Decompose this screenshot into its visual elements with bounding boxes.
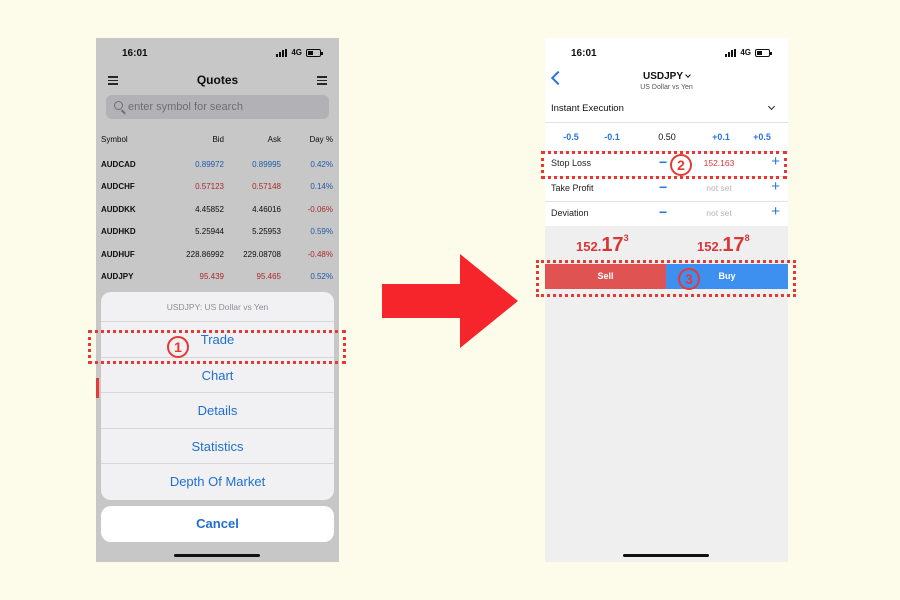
- buy-price: 152.178: [697, 233, 750, 256]
- network-label: 4G: [740, 48, 751, 57]
- chevron-down-icon: [685, 72, 691, 78]
- volume-minus-0-1[interactable]: -0.1: [604, 132, 620, 142]
- deviation-value[interactable]: not set: [687, 208, 751, 218]
- take-profit-plus-button[interactable]: +: [771, 178, 780, 195]
- cancel-button[interactable]: Cancel: [101, 506, 334, 542]
- volume-plus-0-1[interactable]: +0.1: [712, 132, 730, 142]
- trade-screen: 16:01 4G USDJPY US Dollar vs Yen Instant…: [545, 38, 788, 562]
- take-profit-value[interactable]: not set: [687, 183, 751, 193]
- action-depth-of-market[interactable]: Depth Of Market: [101, 464, 334, 500]
- action-details[interactable]: Details: [101, 393, 334, 429]
- signal-icon: [725, 48, 737, 57]
- sell-price: 152.173: [576, 233, 629, 256]
- divider: [545, 122, 788, 123]
- step-3-badge: 3: [678, 268, 700, 290]
- deviation-row: Deviation − not set +: [545, 203, 788, 224]
- row-indicator: [96, 378, 99, 398]
- volume-plus-0-5[interactable]: +0.5: [753, 132, 771, 142]
- symbol-description: US Dollar vs Yen: [640, 84, 693, 91]
- take-profit-label: Take Profit: [551, 183, 594, 193]
- symbol-name: USDJPY: [642, 71, 683, 82]
- quotes-screen: 16:01 4G Quotes enter symbol for search …: [96, 38, 339, 562]
- step-2-badge: 2: [670, 154, 692, 176]
- volume-minus-0-5[interactable]: -0.5: [563, 132, 579, 142]
- volume-stepper: -0.5 -0.1 0.50 +0.1 +0.5: [545, 132, 788, 146]
- home-indicator: [174, 554, 260, 557]
- arrow-right-icon: [382, 254, 518, 348]
- take-profit-minus-button[interactable]: −: [659, 179, 667, 195]
- action-sheet: USDJPY: US Dollar vs Yen Trade Chart Det…: [101, 292, 334, 500]
- divider: [545, 201, 788, 202]
- battery-icon: [755, 48, 772, 57]
- home-indicator: [623, 554, 709, 557]
- step-1-badge: 1: [167, 336, 189, 358]
- deviation-plus-button[interactable]: +: [771, 203, 780, 220]
- volume-value[interactable]: 0.50: [658, 132, 676, 142]
- chevron-down-icon[interactable]: [767, 102, 776, 111]
- highlight-sell-buy: [536, 260, 796, 297]
- deviation-minus-button[interactable]: −: [659, 204, 667, 220]
- take-profit-row: Take Profit − not set +: [545, 178, 788, 199]
- status-time: 16:01: [571, 48, 597, 59]
- highlight-stop-loss: [541, 151, 787, 179]
- status-bar: 16:01 4G: [545, 38, 788, 66]
- deviation-label: Deviation: [551, 208, 589, 218]
- action-sheet-title: USDJPY: US Dollar vs Yen: [101, 292, 334, 322]
- execution-type[interactable]: Instant Execution: [551, 103, 624, 114]
- action-statistics[interactable]: Statistics: [101, 429, 334, 465]
- highlight-trade: [88, 330, 346, 364]
- symbol-selector[interactable]: USDJPY: [545, 71, 788, 82]
